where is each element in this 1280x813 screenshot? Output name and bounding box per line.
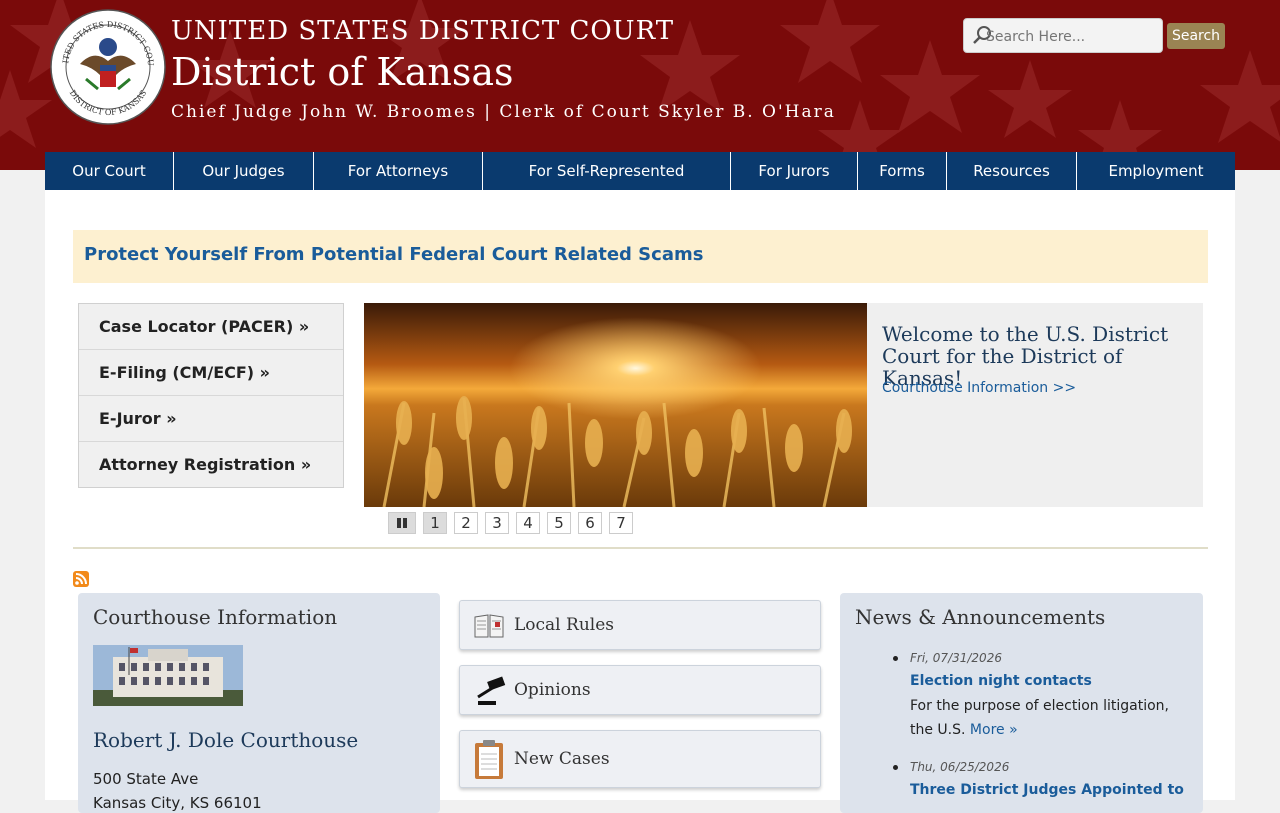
pager-page-7[interactable]: 7 xyxy=(609,512,633,534)
rss-icon[interactable] xyxy=(73,571,89,587)
clipboard-icon xyxy=(475,740,503,779)
court-name-heading[interactable]: District of Kansas xyxy=(171,50,514,94)
nav-for-self-represented[interactable]: For Self-Represented xyxy=(483,152,731,190)
main-nav: Our Court Our Judges For Attorneys For S… xyxy=(45,152,1235,190)
quick-link-attorney-registration[interactable]: Attorney Registration » xyxy=(79,442,343,487)
courthouse-photo[interactable] xyxy=(93,645,243,706)
new-cases-label: New Cases xyxy=(514,749,610,769)
pager-page-4[interactable]: 4 xyxy=(516,512,540,534)
quick-link-ejuror[interactable]: E-Juror » xyxy=(79,396,343,442)
quick-link-efiling[interactable]: E-Filing (CM/ECF) » xyxy=(79,350,343,396)
quick-link-pacer[interactable]: Case Locator (PACER) » xyxy=(79,304,343,350)
section-divider xyxy=(73,547,1208,549)
site-header: UNITED STATES DISTRICT COURT DISTRICT OF… xyxy=(0,0,1280,170)
news-bullet xyxy=(893,656,898,661)
court-seal-logo: UNITED STATES DISTRICT COURT DISTRICT OF… xyxy=(50,9,166,125)
nav-forms[interactable]: Forms xyxy=(858,152,947,190)
courthouse-panel-title: Courthouse Information xyxy=(93,605,338,629)
local-rules-label: Local Rules xyxy=(514,615,614,635)
courthouse-address-line2: Kansas City, KS 66101 xyxy=(93,794,262,812)
news-more-link[interactable]: More » xyxy=(970,722,1018,738)
pager-page-6[interactable]: 6 xyxy=(578,512,602,534)
news-panel-title: News & Announcements xyxy=(855,605,1106,629)
news-title-link[interactable]: Three District Judges Appointed to xyxy=(910,782,1184,798)
search-box xyxy=(963,18,1163,53)
courthouse-name[interactable]: Robert J. Dole Courthouse xyxy=(93,728,358,752)
book-icon xyxy=(474,614,504,638)
court-type-heading: UNITED STATES DISTRICT COURT xyxy=(171,16,675,46)
nav-for-jurors[interactable]: For Jurors xyxy=(731,152,858,190)
new-cases-button[interactable]: New Cases xyxy=(459,730,821,788)
courthouse-info-link[interactable]: Courthouse Information >> xyxy=(882,380,1076,396)
news-body: For the purpose of election litigation, … xyxy=(910,694,1180,742)
scam-alert-link[interactable]: Protect Yourself From Potential Federal … xyxy=(84,244,703,265)
gavel-icon xyxy=(477,676,506,705)
nav-our-court[interactable]: Our Court xyxy=(45,152,174,190)
news-title-link[interactable]: Election night contacts xyxy=(910,673,1092,689)
local-rules-button[interactable]: Local Rules xyxy=(459,600,821,650)
opinions-button[interactable]: Opinions xyxy=(459,665,821,715)
news-bullet xyxy=(893,765,898,770)
quick-links: Case Locator (PACER) » E-Filing (CM/ECF)… xyxy=(78,303,344,488)
pager-page-2[interactable]: 2 xyxy=(454,512,478,534)
slideshow-caption: Welcome to the U.S. District Court for t… xyxy=(867,303,1203,507)
pager-page-3[interactable]: 3 xyxy=(485,512,509,534)
nav-resources[interactable]: Resources xyxy=(947,152,1077,190)
pager-page-5[interactable]: 5 xyxy=(547,512,571,534)
news-body-text: For the purpose of election litigation, … xyxy=(910,698,1169,738)
court-officers-subtitle: Chief Judge John W. Broomes | Clerk of C… xyxy=(171,102,836,122)
courthouse-address-line1: 500 State Ave xyxy=(93,770,199,788)
slideshow-image-wheat-field xyxy=(364,303,867,507)
news-date: Thu, 06/25/2026 xyxy=(910,760,1010,774)
scam-alert-banner: Protect Yourself From Potential Federal … xyxy=(73,230,1208,283)
search-input[interactable] xyxy=(984,23,1158,51)
search-button[interactable]: Search xyxy=(1167,23,1225,49)
nav-for-attorneys[interactable]: For Attorneys xyxy=(314,152,483,190)
nav-employment[interactable]: Employment xyxy=(1077,152,1235,190)
news-date: Fri, 07/31/2026 xyxy=(910,651,1002,665)
nav-our-judges[interactable]: Our Judges xyxy=(174,152,314,190)
slideshow-pager: 1 2 3 4 5 6 7 xyxy=(388,512,640,534)
pause-icon xyxy=(397,518,407,528)
opinions-label: Opinions xyxy=(514,680,591,700)
pause-button[interactable] xyxy=(388,512,416,534)
pager-page-1[interactable]: 1 xyxy=(423,512,447,534)
